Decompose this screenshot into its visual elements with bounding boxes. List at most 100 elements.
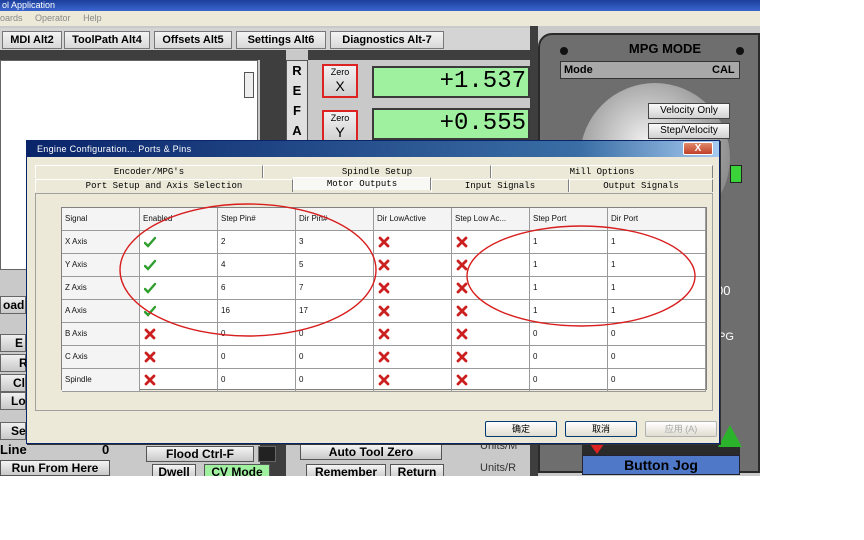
dro-x[interactable]: +1.537 xyxy=(372,66,530,98)
cell-enabled[interactable] xyxy=(140,323,218,346)
dwell-button[interactable]: Dwell xyxy=(152,464,196,476)
velocity-only-button[interactable]: Velocity Only xyxy=(648,103,730,119)
tab-offsets[interactable]: Offsets Alt5 xyxy=(154,31,232,49)
cell-enabled[interactable] xyxy=(140,277,218,300)
cell-signal[interactable]: A Axis xyxy=(62,300,140,323)
cell-step-port[interactable]: 1 xyxy=(530,254,608,277)
cell-step-port[interactable]: 0 xyxy=(530,369,608,392)
cell-enabled[interactable] xyxy=(140,369,218,392)
cell-dir-pin[interactable]: 5 xyxy=(296,254,374,277)
cell-dir-port[interactable]: 0 xyxy=(608,369,706,392)
load-wizards-button[interactable]: Lo xyxy=(0,392,26,410)
cell-step-port[interactable]: 1 xyxy=(530,231,608,254)
menu-item-boards[interactable]: oards xyxy=(0,13,23,23)
zero-y-button[interactable]: Zero Y xyxy=(322,110,358,144)
cell-step-low-active[interactable] xyxy=(452,346,530,369)
tab-output-signals[interactable]: Output Signals xyxy=(569,179,713,192)
recent-button[interactable]: R xyxy=(0,354,28,372)
ref-all-home-button[interactable]: R E F A L xyxy=(286,60,308,158)
cell-dir-low-active[interactable] xyxy=(374,231,452,254)
cell-dir-port[interactable]: 0 xyxy=(608,323,706,346)
dro-y[interactable]: +0.555 xyxy=(372,108,530,140)
cell-step-pin[interactable]: 0 xyxy=(218,369,296,392)
close-gcode-button[interactable]: Cl xyxy=(0,374,26,392)
cell-enabled[interactable] xyxy=(140,254,218,277)
column-header-signal[interactable]: Signal xyxy=(62,208,140,231)
apply-button[interactable]: 应用 (A) xyxy=(645,421,717,437)
column-header-dir-pin[interactable]: Dir Pin# xyxy=(296,208,374,231)
menu-item-help[interactable]: Help xyxy=(83,13,102,23)
gcode-scrollbar[interactable] xyxy=(244,72,254,98)
load-button[interactable]: oad xyxy=(0,296,26,314)
cell-enabled[interactable] xyxy=(140,300,218,323)
tab-mdi[interactable]: MDI Alt2 xyxy=(2,31,62,49)
remember-button[interactable]: Remember xyxy=(306,464,386,476)
column-header-step-low-active[interactable]: Step Low Ac... xyxy=(452,208,530,231)
set-next-line-button[interactable]: Se xyxy=(0,422,26,440)
tab-input-signals[interactable]: Input Signals xyxy=(431,179,569,192)
mpg-cal-button[interactable]: CAL xyxy=(712,64,735,76)
run-from-here-button[interactable]: Run From Here xyxy=(0,460,110,476)
tab-settings[interactable]: Settings Alt6 xyxy=(236,31,326,49)
cell-step-low-active[interactable] xyxy=(452,277,530,300)
column-header-step-port[interactable]: Step Port xyxy=(530,208,608,231)
cell-step-pin[interactable]: 0 xyxy=(218,346,296,369)
cell-step-low-active[interactable] xyxy=(452,369,530,392)
cell-dir-pin[interactable]: 3 xyxy=(296,231,374,254)
cell-dir-port[interactable]: 1 xyxy=(608,300,706,323)
cell-step-low-active[interactable] xyxy=(452,231,530,254)
cell-dir-pin[interactable]: 0 xyxy=(296,369,374,392)
tab-encoder-mpgs[interactable]: Encoder/MPG's xyxy=(35,165,263,178)
cell-step-pin[interactable]: 4 xyxy=(218,254,296,277)
cell-step-low-active[interactable] xyxy=(452,300,530,323)
cell-step-pin[interactable]: 0 xyxy=(218,323,296,346)
cell-step-port[interactable]: 0 xyxy=(530,346,608,369)
cell-dir-port[interactable]: 1 xyxy=(608,277,706,300)
tab-toolpath[interactable]: ToolPath Alt4 xyxy=(64,31,150,49)
cv-mode-button[interactable]: CV Mode xyxy=(204,464,270,476)
cell-signal[interactable]: X Axis xyxy=(62,231,140,254)
cell-dir-low-active[interactable] xyxy=(374,254,452,277)
step-velocity-button[interactable]: Step/Velocity xyxy=(648,123,730,139)
column-header-dir-low-active[interactable]: Dir LowActive xyxy=(374,208,452,231)
cell-step-pin[interactable]: 6 xyxy=(218,277,296,300)
ok-button[interactable]: 确定 xyxy=(485,421,557,437)
cell-signal[interactable]: C Axis xyxy=(62,346,140,369)
cell-step-low-active[interactable] xyxy=(452,323,530,346)
column-header-enabled[interactable]: Enabled xyxy=(140,208,218,231)
cell-dir-low-active[interactable] xyxy=(374,346,452,369)
cell-enabled[interactable] xyxy=(140,231,218,254)
tab-diagnostics[interactable]: Diagnostics Alt-7 xyxy=(330,31,444,49)
tab-motor-outputs[interactable]: Motor Outputs xyxy=(293,177,431,190)
return-button[interactable]: Return xyxy=(390,464,444,476)
jog-up-arrow-icon[interactable] xyxy=(718,425,742,447)
cell-dir-low-active[interactable] xyxy=(374,323,452,346)
cell-dir-low-active[interactable] xyxy=(374,277,452,300)
flood-button[interactable]: Flood Ctrl-F xyxy=(146,446,254,462)
cell-dir-low-active[interactable] xyxy=(374,300,452,323)
tab-port-setup[interactable]: Port Setup and Axis Selection xyxy=(35,179,293,192)
cell-step-pin[interactable]: 2 xyxy=(218,231,296,254)
cell-step-pin[interactable]: 16 xyxy=(218,300,296,323)
cell-dir-pin[interactable]: 7 xyxy=(296,277,374,300)
cell-signal[interactable]: Spindle xyxy=(62,369,140,392)
cell-enabled[interactable] xyxy=(140,346,218,369)
zero-x-button[interactable]: Zero X xyxy=(322,64,358,98)
cell-dir-port[interactable]: 0 xyxy=(608,346,706,369)
column-header-dir-port[interactable]: Dir Port xyxy=(608,208,706,231)
cell-signal[interactable]: Z Axis xyxy=(62,277,140,300)
cell-dir-pin[interactable]: 17 xyxy=(296,300,374,323)
column-header-step-pin[interactable]: Step Pin# xyxy=(218,208,296,231)
cell-dir-port[interactable]: 1 xyxy=(608,254,706,277)
cell-signal[interactable]: Y Axis xyxy=(62,254,140,277)
cell-step-port[interactable]: 1 xyxy=(530,277,608,300)
cell-step-low-active[interactable] xyxy=(452,254,530,277)
button-jog-button[interactable]: Button Jog xyxy=(582,455,740,475)
cell-step-port[interactable]: 1 xyxy=(530,300,608,323)
cell-dir-low-active[interactable] xyxy=(374,369,452,392)
tab-mill-options[interactable]: Mill Options xyxy=(491,165,713,178)
cell-dir-pin[interactable]: 0 xyxy=(296,346,374,369)
cell-dir-port[interactable]: 1 xyxy=(608,231,706,254)
menu-item-operator[interactable]: Operator xyxy=(35,13,71,23)
edit-button[interactable]: E xyxy=(0,334,26,352)
